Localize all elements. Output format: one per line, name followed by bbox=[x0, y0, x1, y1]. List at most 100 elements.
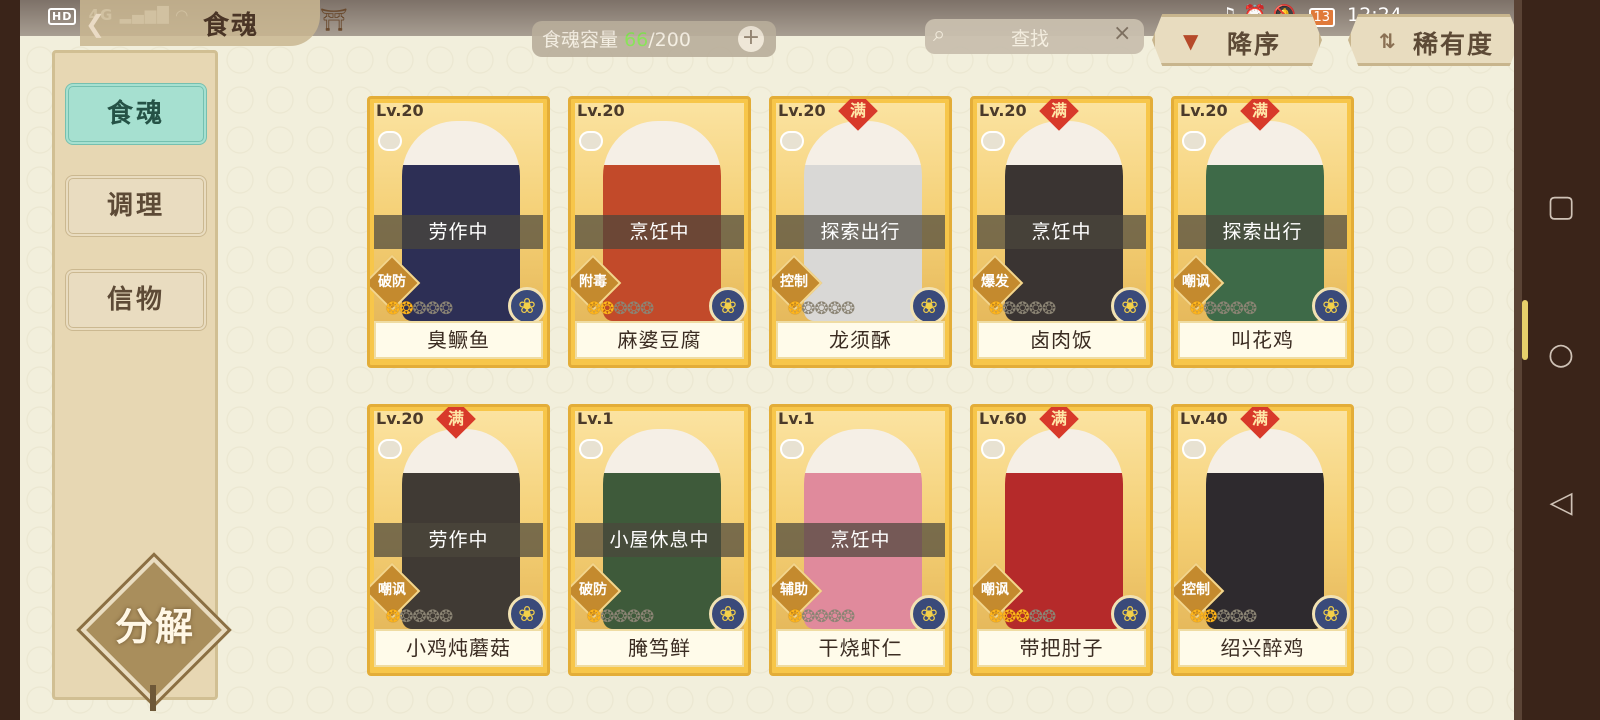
element-icon: ❀ bbox=[508, 595, 546, 633]
role-label: 爆发 bbox=[981, 274, 1009, 290]
character-portrait bbox=[1005, 429, 1123, 629]
card-status: 烹饪中 bbox=[776, 523, 945, 557]
card-status: 烹饪中 bbox=[977, 215, 1146, 249]
card-name: 麻婆豆腐 bbox=[575, 321, 744, 359]
lock-toggle-icon[interactable] bbox=[981, 131, 1005, 151]
card-name: 臭鳜鱼 bbox=[374, 321, 543, 359]
food-soul-card[interactable]: Lv.20 烹饪中 附毒 ❂❂❂❂❂ ❀ 麻婆豆腐 bbox=[568, 96, 751, 368]
element-icon: ❀ bbox=[910, 287, 948, 325]
clear-search-button[interactable]: × bbox=[1113, 21, 1131, 46]
role-label: 控制 bbox=[1182, 582, 1210, 598]
star-rating: ❂❂❂❂❂ bbox=[386, 607, 453, 627]
role-label: 嘲讽 bbox=[378, 582, 406, 598]
card-level: Lv.20 bbox=[376, 409, 424, 428]
food-soul-card[interactable]: Lv.20 满探索出行 嘲讽 ❂❂❂❂❂ ❀ 叫花鸡 bbox=[1171, 96, 1354, 368]
recent-apps-button[interactable]: ▢ bbox=[1544, 190, 1578, 224]
element-icon: ❀ bbox=[1111, 287, 1149, 325]
back-button[interactable]: ◁ bbox=[1544, 486, 1578, 520]
tab-keepsake[interactable]: 信物 bbox=[65, 269, 207, 331]
role-label: 附毒 bbox=[579, 274, 607, 290]
card-level: Lv.1 bbox=[778, 409, 815, 428]
card-name: 卤肉饭 bbox=[977, 321, 1146, 359]
lock-toggle-icon[interactable] bbox=[780, 131, 804, 151]
card-name: 叫花鸡 bbox=[1178, 321, 1347, 359]
star-rating: ❂❂❂❂❂ bbox=[386, 299, 453, 319]
lock-toggle-icon[interactable] bbox=[1182, 131, 1206, 151]
card-name: 绍兴醉鸡 bbox=[1178, 629, 1347, 667]
star-rating: ❂❂❂❂❂ bbox=[989, 299, 1056, 319]
food-soul-card[interactable]: Lv.1 小屋休息中 破防 ❂❂❂❂❂ ❀ 腌笃鲜 bbox=[568, 404, 751, 676]
left-frame bbox=[0, 0, 20, 720]
search-box[interactable]: ⌕ 查找 × bbox=[925, 19, 1144, 54]
star-rating: ❂❂❂❂❂ bbox=[1190, 299, 1257, 319]
search-placeholder: 查找 bbox=[1011, 28, 1050, 50]
food-soul-card[interactable]: Lv.20 满烹饪中 爆发 ❂❂❂❂❂ ❀ 卤肉饭 bbox=[970, 96, 1153, 368]
food-soul-card[interactable]: Lv.60 满嘲讽 ❂❂❂❂❂ ❀ 带把肘子 bbox=[970, 404, 1153, 676]
sort-rarity-button[interactable]: ⇅ 稀有度 bbox=[1348, 14, 1520, 66]
card-level: Lv.1 bbox=[577, 409, 614, 428]
capacity-current: 66 bbox=[624, 29, 649, 51]
element-icon: ❀ bbox=[1312, 287, 1350, 325]
element-icon: ❀ bbox=[709, 595, 747, 633]
lock-toggle-icon[interactable] bbox=[579, 131, 603, 151]
star-rating: ❂❂❂❂❂ bbox=[587, 607, 654, 627]
decompose-label[interactable]: 分解 bbox=[100, 596, 210, 651]
tab-cooking[interactable]: 调理 bbox=[65, 175, 207, 237]
card-status: 探索出行 bbox=[776, 215, 945, 249]
max-badge-label: 满 bbox=[1050, 100, 1068, 120]
card-status: 劳作中 bbox=[374, 215, 543, 249]
card-level: Lv.60 bbox=[979, 409, 1027, 428]
game-screen: HD 4G ▂▄▆█ ◠ ♫ ⏰ 🔕 13 12:24 ❮ 食魂 ⛩ 食魂容量 … bbox=[20, 0, 1522, 720]
home-button[interactable]: ○ bbox=[1544, 338, 1578, 372]
add-capacity-button[interactable]: + bbox=[738, 26, 764, 52]
card-name: 小鸡炖蘑菇 bbox=[374, 629, 543, 667]
max-badge-label: 满 bbox=[849, 100, 867, 120]
max-badge-label: 满 bbox=[1050, 408, 1068, 428]
star-rating: ❂❂❂❂❂ bbox=[788, 299, 855, 319]
element-icon: ❀ bbox=[910, 595, 948, 633]
card-status: 烹饪中 bbox=[575, 215, 744, 249]
sort-rarity-label: 稀有度 bbox=[1413, 30, 1495, 59]
pagoda-icon[interactable]: ⛩ bbox=[320, 8, 348, 33]
card-status: 探索出行 bbox=[1178, 215, 1347, 249]
lock-toggle-icon[interactable] bbox=[579, 439, 603, 459]
element-icon: ❀ bbox=[1312, 595, 1350, 633]
sort-down-icon: ▼ bbox=[1183, 29, 1199, 53]
role-label: 控制 bbox=[780, 274, 808, 290]
title-plate bbox=[80, 0, 320, 46]
role-label: 破防 bbox=[378, 274, 406, 290]
right-frame bbox=[1514, 0, 1522, 720]
capacity-bar: 食魂容量 66/200 + bbox=[532, 21, 776, 57]
role-label: 嘲讽 bbox=[981, 582, 1009, 598]
card-name: 龙须酥 bbox=[776, 321, 945, 359]
capacity-label: 食魂容量 bbox=[542, 29, 619, 51]
star-rating: ❂❂❂❂❂ bbox=[587, 299, 654, 319]
search-icon: ⌕ bbox=[933, 22, 946, 47]
lock-toggle-icon[interactable] bbox=[378, 439, 402, 459]
page-title: 食魂 bbox=[203, 11, 260, 41]
element-icon: ❀ bbox=[1111, 595, 1149, 633]
lock-toggle-icon[interactable] bbox=[981, 439, 1005, 459]
role-label: 嘲讽 bbox=[1182, 274, 1210, 290]
back-arrow-icon[interactable]: ❮ bbox=[85, 10, 105, 38]
role-label: 辅助 bbox=[780, 582, 808, 598]
sort-order-label: 降序 bbox=[1227, 30, 1282, 59]
food-soul-card[interactable]: Lv.1 烹饪中 辅助 ❂❂❂❂❂ ❀ 干烧虾仁 bbox=[769, 404, 952, 676]
card-level: Lv.20 bbox=[778, 101, 826, 120]
max-badge-label: 满 bbox=[1251, 100, 1269, 120]
food-soul-card[interactable]: Lv.20 满探索出行控制 ❂❂❂❂❂ ❀ 龙须酥 bbox=[769, 96, 952, 368]
card-level: Lv.40 bbox=[1180, 409, 1228, 428]
lock-toggle-icon[interactable] bbox=[780, 439, 804, 459]
food-soul-card[interactable]: Lv.20 满劳作中 嘲讽 ❂❂❂❂❂ ❀ 小鸡炖蘑菇 bbox=[367, 404, 550, 676]
food-soul-card[interactable]: Lv.40 满控制 ❂❂❂❂❂ ❀ 绍兴醉鸡 bbox=[1171, 404, 1354, 676]
tab-food-soul[interactable]: 食魂 bbox=[65, 83, 207, 145]
element-icon: ❀ bbox=[709, 287, 747, 325]
card-name: 干烧虾仁 bbox=[776, 629, 945, 667]
lock-toggle-icon[interactable] bbox=[378, 131, 402, 151]
food-soul-card[interactable]: Lv.20 劳作中 破防 ❂❂❂❂❂ ❀ 臭鳜鱼 bbox=[367, 96, 550, 368]
card-status: 劳作中 bbox=[374, 523, 543, 557]
lock-toggle-icon[interactable] bbox=[1182, 439, 1206, 459]
sort-order-button[interactable]: ▼ 降序 bbox=[1152, 14, 1322, 66]
max-badge-label: 满 bbox=[1251, 408, 1269, 428]
card-level: Lv.20 bbox=[376, 101, 424, 120]
